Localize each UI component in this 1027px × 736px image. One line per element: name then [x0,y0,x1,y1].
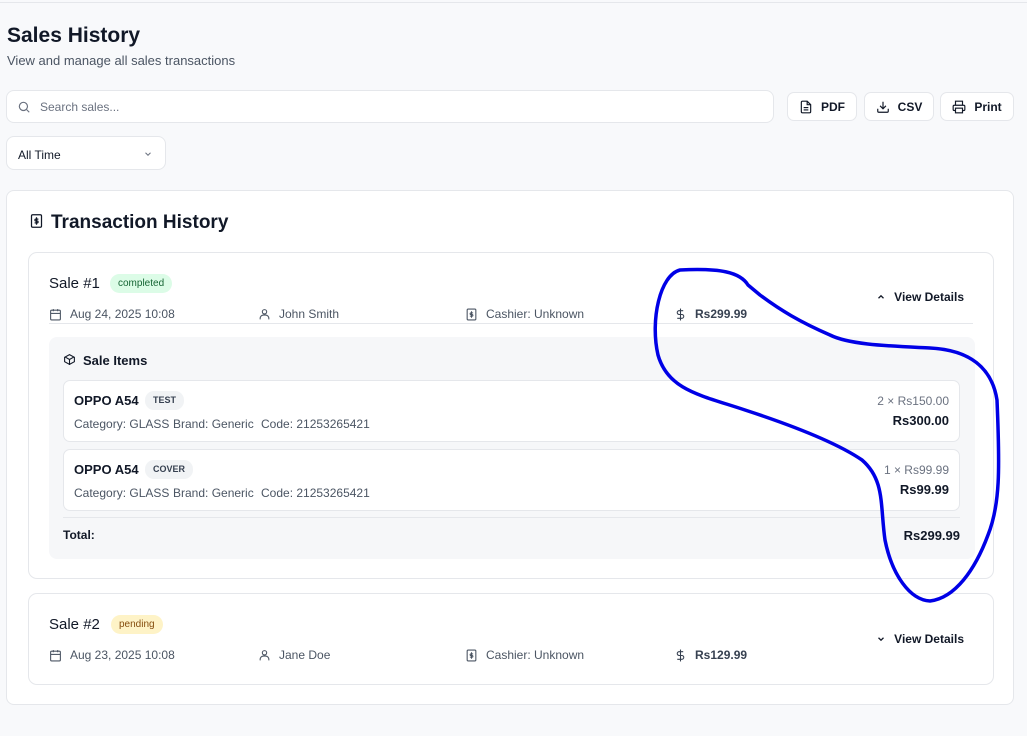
item-subtotal: Rs300.00 [892,413,949,428]
csv-label: CSV [897,99,923,114]
page-title: Sales History [7,24,141,47]
sale-date-text: Aug 24, 2025 10:08 [70,307,175,321]
sale-date-text: Aug 23, 2025 10:08 [70,648,175,662]
user-icon [259,649,270,660]
sale-item: OPPO A54 TEST Category: GLASS Brand: Gen… [63,380,960,442]
view-details-label: View Details [894,632,964,646]
search-icon [18,101,30,113]
total-value: Rs299.99 [903,528,960,543]
chevron-up-icon [878,294,885,299]
receipt-icon [466,308,477,320]
dollar-icon [676,649,685,661]
transaction-history-title: Transaction History [51,212,229,233]
sale-amount-text: Rs129.99 [695,648,748,662]
item-code: Code: 21253265421 [261,486,370,500]
sale-divider [49,323,973,324]
page-subtitle: View and manage all sales transactions [7,53,236,68]
file-icon [800,100,812,113]
calendar-icon [50,649,61,661]
pdf-label: PDF [821,99,845,114]
view-details-toggle[interactable]: View Details [876,290,964,304]
receipt-icon [30,214,43,228]
sale-amount: Rs129.99 [674,648,747,662]
sale-customer: John Smith [258,307,339,321]
search-box [6,90,774,123]
time-filter-value: All Time [18,148,61,162]
calendar-icon [50,308,61,320]
view-details-toggle[interactable]: View Details [876,632,964,646]
dollar-icon [676,308,685,320]
sale-cashier-text: Cashier: Unknown [486,307,585,321]
view-details-label: View Details [894,290,964,304]
sale-name: Sale #2 [49,616,100,633]
top-divider [0,2,1027,3]
sale-items-panel: Sale Items OPPO A54 TEST Category: GLASS… [49,337,975,559]
item-subtotal: Rs99.99 [899,482,949,497]
item-brand: Brand: Generic [173,417,254,431]
item-qty-price: 2 × Rs150.00 [877,394,949,408]
sale-amount-text: Rs299.99 [695,307,748,321]
printer-icon [952,100,966,113]
sale-cashier: Cashier: Unknown [465,307,584,321]
item-name: OPPO A54 [74,393,139,408]
sale-cashier-text: Cashier: Unknown [486,648,585,662]
item-tag: TEST [145,391,185,410]
item-qty-price: 1 × Rs99.99 [883,463,949,477]
sale-customer: Jane Doe [258,648,330,662]
chevron-down-icon [878,637,885,642]
item-category: Category: GLASS [74,486,170,500]
sale-card: Sale #1 completed View Details Aug 24, 2… [28,252,994,579]
download-icon [876,101,889,113]
receipt-icon [466,649,477,661]
transaction-history-card: Transaction History Sale #1 completed Vi… [6,190,1014,705]
sale-customer-text: Jane Doe [279,648,331,662]
sale-cashier: Cashier: Unknown [465,648,584,662]
sale-item: OPPO A54 COVER Category: GLASS Brand: Ge… [63,449,960,511]
item-tag: COVER [145,460,194,479]
print-label: Print [974,99,1002,114]
item-brand: Brand: Generic [173,486,254,500]
export-pdf-button[interactable]: PDF [787,92,857,121]
item-code: Code: 21253265421 [261,417,370,431]
package-icon [64,354,75,365]
sale-name: Sale #1 [49,275,100,292]
status-badge: completed [110,274,173,293]
print-button[interactable]: Print [940,92,1014,121]
user-icon [259,308,270,319]
total-label: Total: [63,528,95,542]
export-csv-button[interactable]: CSV [864,92,934,121]
item-name: OPPO A54 [74,462,139,477]
sale-date: Aug 23, 2025 10:08 [49,648,175,662]
sale-customer-text: John Smith [279,307,340,321]
status-badge: pending [111,615,163,634]
sale-date: Aug 24, 2025 10:08 [49,307,175,321]
item-category: Category: GLASS [74,417,170,431]
sale-card: Sale #2 pending View Details Aug 23, 202… [28,593,994,685]
sale-amount: Rs299.99 [674,307,747,321]
sale-items-title: Sale Items [83,353,148,368]
time-filter-select[interactable]: All Time [6,136,166,170]
chevron-down-icon [145,152,151,156]
total-divider [63,517,960,518]
search-input[interactable] [40,91,760,122]
